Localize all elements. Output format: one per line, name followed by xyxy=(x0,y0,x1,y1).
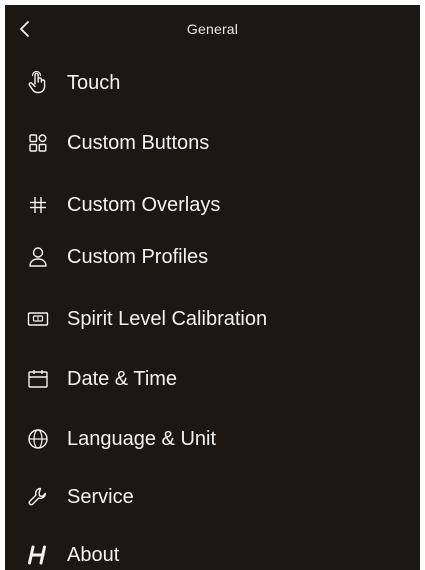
globe-icon xyxy=(25,426,51,452)
menu-item-touch[interactable]: Touch xyxy=(5,57,420,109)
menu-item-custom-profiles[interactable]: Custom Profiles xyxy=(5,231,420,283)
page-title: General xyxy=(186,21,239,37)
menu-item-service[interactable]: Service xyxy=(5,471,420,523)
settings-screen: General Touch Custom Buttons Custom Over… xyxy=(5,5,420,570)
menu-item-label: Custom Profiles xyxy=(67,246,209,268)
wrench-icon xyxy=(25,484,51,510)
user-icon xyxy=(25,244,51,270)
menu-item-label: Custom Buttons xyxy=(67,132,210,154)
calendar-icon xyxy=(25,366,51,392)
button-grid-icon xyxy=(25,130,51,156)
menu-item-label: Service xyxy=(67,486,134,508)
menu-item-label: Spirit Level Calibration xyxy=(67,308,268,330)
menu-item-custom-buttons[interactable]: Custom Buttons xyxy=(5,117,420,169)
menu-item-spirit-level-calibration[interactable]: Spirit Level Calibration xyxy=(5,293,420,345)
touch-hand-icon xyxy=(25,70,51,96)
menu-item-label: Custom Overlays xyxy=(67,194,221,216)
menu-item-about[interactable]: About xyxy=(5,529,420,570)
menu-item-label: About xyxy=(67,544,120,566)
menu-item-date-time[interactable]: Date & Time xyxy=(5,353,420,405)
spirit-level-icon xyxy=(25,306,51,332)
brand-h-icon xyxy=(25,542,51,568)
header: General xyxy=(5,5,420,53)
menu-item-custom-overlays[interactable]: Custom Overlays xyxy=(5,179,420,231)
menu-item-language-unit[interactable]: Language & Unit xyxy=(5,413,420,465)
menu-item-label: Touch xyxy=(67,72,121,94)
menu-item-label: Date & Time xyxy=(67,368,178,390)
menu-item-label: Language & Unit xyxy=(67,428,217,450)
hash-grid-icon xyxy=(25,192,51,218)
